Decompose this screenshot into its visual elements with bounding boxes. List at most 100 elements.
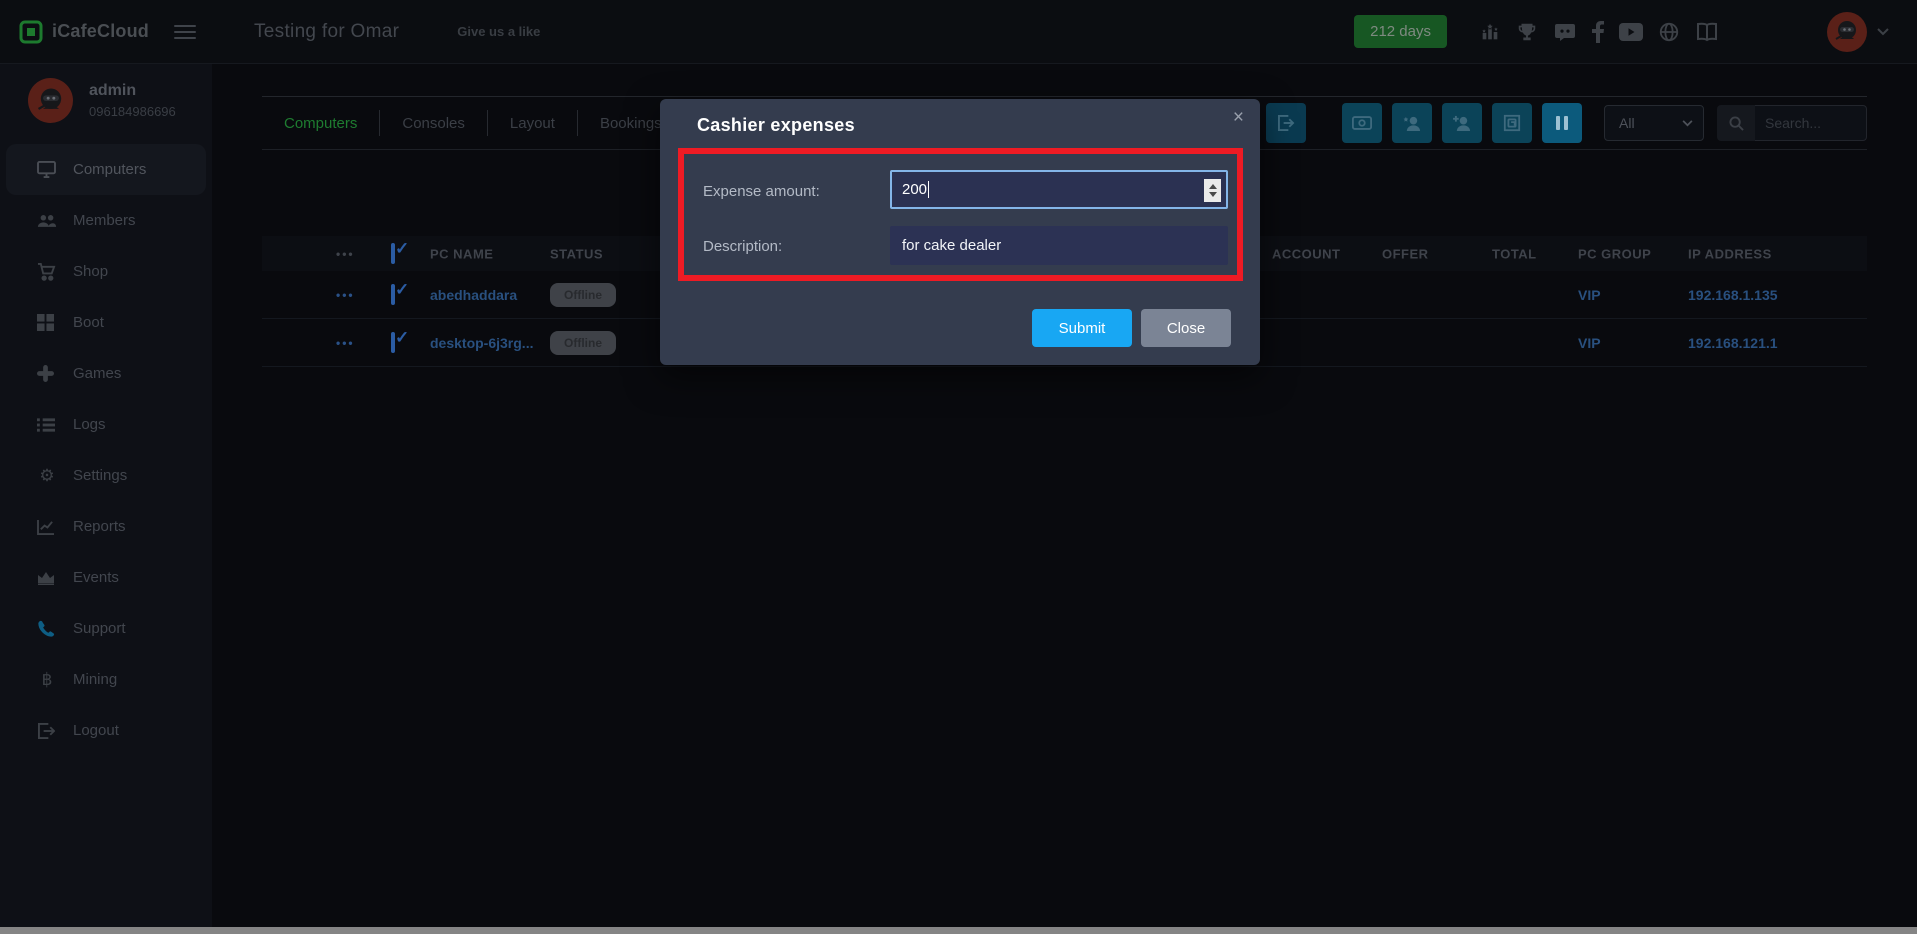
box-arrow-icon	[1277, 115, 1295, 131]
gamepad-icon	[37, 365, 57, 382]
facebook-icon[interactable]	[1592, 21, 1604, 43]
pc-name-link[interactable]: abedhaddara	[430, 287, 517, 303]
add-user-button[interactable]	[1442, 103, 1482, 143]
sidebar-item-shop[interactable]: Shop	[6, 246, 206, 297]
globe-icon[interactable]	[1658, 21, 1680, 43]
windows-icon	[37, 314, 57, 331]
sidebar-item-members[interactable]: Members	[6, 195, 206, 246]
sidebar-item-boot[interactable]: Boot	[6, 297, 206, 348]
sidebar-username: admin	[89, 82, 176, 100]
tab-computers[interactable]: Computers	[262, 110, 380, 136]
subscription-days-badge[interactable]: 212 days	[1354, 15, 1447, 48]
sidebar-item-label: Logout	[73, 722, 119, 739]
description-input[interactable]: for cake dealer	[890, 226, 1228, 265]
select-all-checkbox[interactable]	[391, 243, 395, 264]
page-title: Testing for Omar	[254, 21, 399, 43]
sidebar-user-phone: 096184986696	[89, 104, 176, 119]
youtube-icon[interactable]	[1619, 23, 1643, 41]
ip-address-link[interactable]: 192.168.121.1	[1688, 335, 1778, 351]
sidebar-item-logout[interactable]: Logout	[6, 705, 206, 756]
vip-user-button[interactable]	[1392, 103, 1432, 143]
description-value: for cake dealer	[902, 237, 1001, 254]
status-header[interactable]: STATUS	[550, 246, 603, 261]
offer-header[interactable]: OFFER	[1382, 246, 1429, 261]
filter-dropdown[interactable]: All	[1604, 105, 1704, 141]
phone-icon	[37, 620, 57, 638]
account-menu[interactable]	[1827, 12, 1889, 52]
sidebar-item-reports[interactable]: Reports	[6, 501, 206, 552]
chevron-down-icon	[1682, 120, 1693, 127]
sidebar-item-support[interactable]: Support	[6, 603, 206, 654]
submit-button[interactable]: Submit	[1032, 309, 1132, 347]
give-us-a-like-link[interactable]: Give us a like	[457, 24, 540, 39]
monitor-icon	[37, 161, 57, 178]
ip-address-header[interactable]: IP ADDRESS	[1688, 246, 1772, 261]
row-checkbox[interactable]	[391, 332, 395, 353]
bottom-scrollbar[interactable]	[0, 927, 1917, 934]
cash-button[interactable]	[1342, 103, 1382, 143]
sidebar-user-block: admin 096184986696	[0, 64, 212, 123]
sidebar-menu: Computers Members Shop Boot Games Logs ⚙…	[0, 144, 212, 756]
row-checkbox[interactable]	[391, 284, 395, 305]
docs-book-icon[interactable]	[1695, 22, 1719, 42]
screenshot-button[interactable]	[1492, 103, 1532, 143]
sidebar-item-label: Games	[73, 365, 121, 382]
search-icon	[1717, 105, 1755, 141]
add-person-icon	[1453, 115, 1472, 132]
logout-icon	[37, 723, 57, 739]
sidebar-item-events[interactable]: Events	[6, 552, 206, 603]
cashier-expenses-modal: Cashier expenses × Expense amount: 200 D…	[660, 99, 1260, 365]
spinner-down-icon[interactable]	[1209, 192, 1217, 197]
bitcoin-icon: ฿	[37, 671, 57, 688]
pause-icon	[1556, 116, 1568, 130]
status-badge: Offline	[550, 283, 616, 307]
cart-icon	[37, 263, 57, 281]
expense-amount-label: Expense amount:	[703, 183, 820, 200]
account-header[interactable]: ACCOUNT	[1272, 246, 1341, 261]
modal-title: Cashier expenses	[697, 115, 855, 136]
pc-group-link[interactable]: VIP	[1578, 335, 1601, 351]
logo[interactable]: iCafeCloud	[0, 19, 212, 45]
pc-name-link[interactable]: desktop-6j3rg...	[430, 335, 533, 351]
icafecloud-logo-icon	[18, 19, 44, 45]
hamburger-menu-icon[interactable]	[174, 21, 196, 43]
description-label: Description:	[703, 238, 782, 255]
sidebar-item-games[interactable]: Games	[6, 348, 206, 399]
row-actions-button[interactable]: •••	[336, 288, 355, 302]
total-header[interactable]: TOTAL	[1492, 246, 1537, 261]
sidebar: admin 096184986696 Computers Members Sho…	[0, 64, 212, 927]
tab-consoles[interactable]: Consoles	[380, 110, 488, 136]
number-spinner[interactable]	[1204, 179, 1221, 202]
pc-group-header[interactable]: PC GROUP	[1578, 246, 1651, 261]
sidebar-item-label: Shop	[73, 263, 108, 280]
star-person-icon	[1403, 115, 1422, 132]
filter-value: All	[1619, 115, 1635, 131]
list-icon	[37, 418, 57, 432]
row-actions-button[interactable]: •••	[336, 336, 355, 350]
sidebar-item-label: Logs	[73, 416, 106, 433]
trophy-icon[interactable]	[1516, 21, 1538, 43]
actions-column-header: •••	[336, 247, 355, 261]
discord-icon[interactable]	[1553, 20, 1577, 44]
checkout-button[interactable]	[1266, 103, 1306, 143]
sidebar-item-logs[interactable]: Logs	[6, 399, 206, 450]
spinner-up-icon[interactable]	[1209, 184, 1217, 189]
pause-button[interactable]	[1542, 103, 1582, 143]
ranking-icon[interactable]	[1479, 21, 1501, 43]
text-cursor	[928, 181, 929, 198]
search-input[interactable]	[1755, 105, 1867, 141]
expense-amount-input[interactable]: 200	[890, 170, 1228, 209]
sidebar-item-settings[interactable]: ⚙ Settings	[6, 450, 206, 501]
sidebar-item-computers[interactable]: Computers	[6, 144, 206, 195]
pc-name-header[interactable]: PC NAME	[430, 246, 493, 261]
sidebar-item-label: Members	[73, 212, 136, 229]
sidebar-item-label: Events	[73, 569, 119, 586]
close-icon[interactable]: ×	[1233, 107, 1244, 129]
sidebar-item-mining[interactable]: ฿ Mining	[6, 654, 206, 705]
sidebar-item-label: Mining	[73, 671, 117, 688]
ip-address-link[interactable]: 192.168.1.135	[1688, 287, 1778, 303]
tab-layout[interactable]: Layout	[488, 110, 578, 136]
highlight-red-box: Expense amount: 200 Description: for cak…	[678, 148, 1243, 281]
close-button[interactable]: Close	[1141, 309, 1231, 347]
pc-group-link[interactable]: VIP	[1578, 287, 1601, 303]
